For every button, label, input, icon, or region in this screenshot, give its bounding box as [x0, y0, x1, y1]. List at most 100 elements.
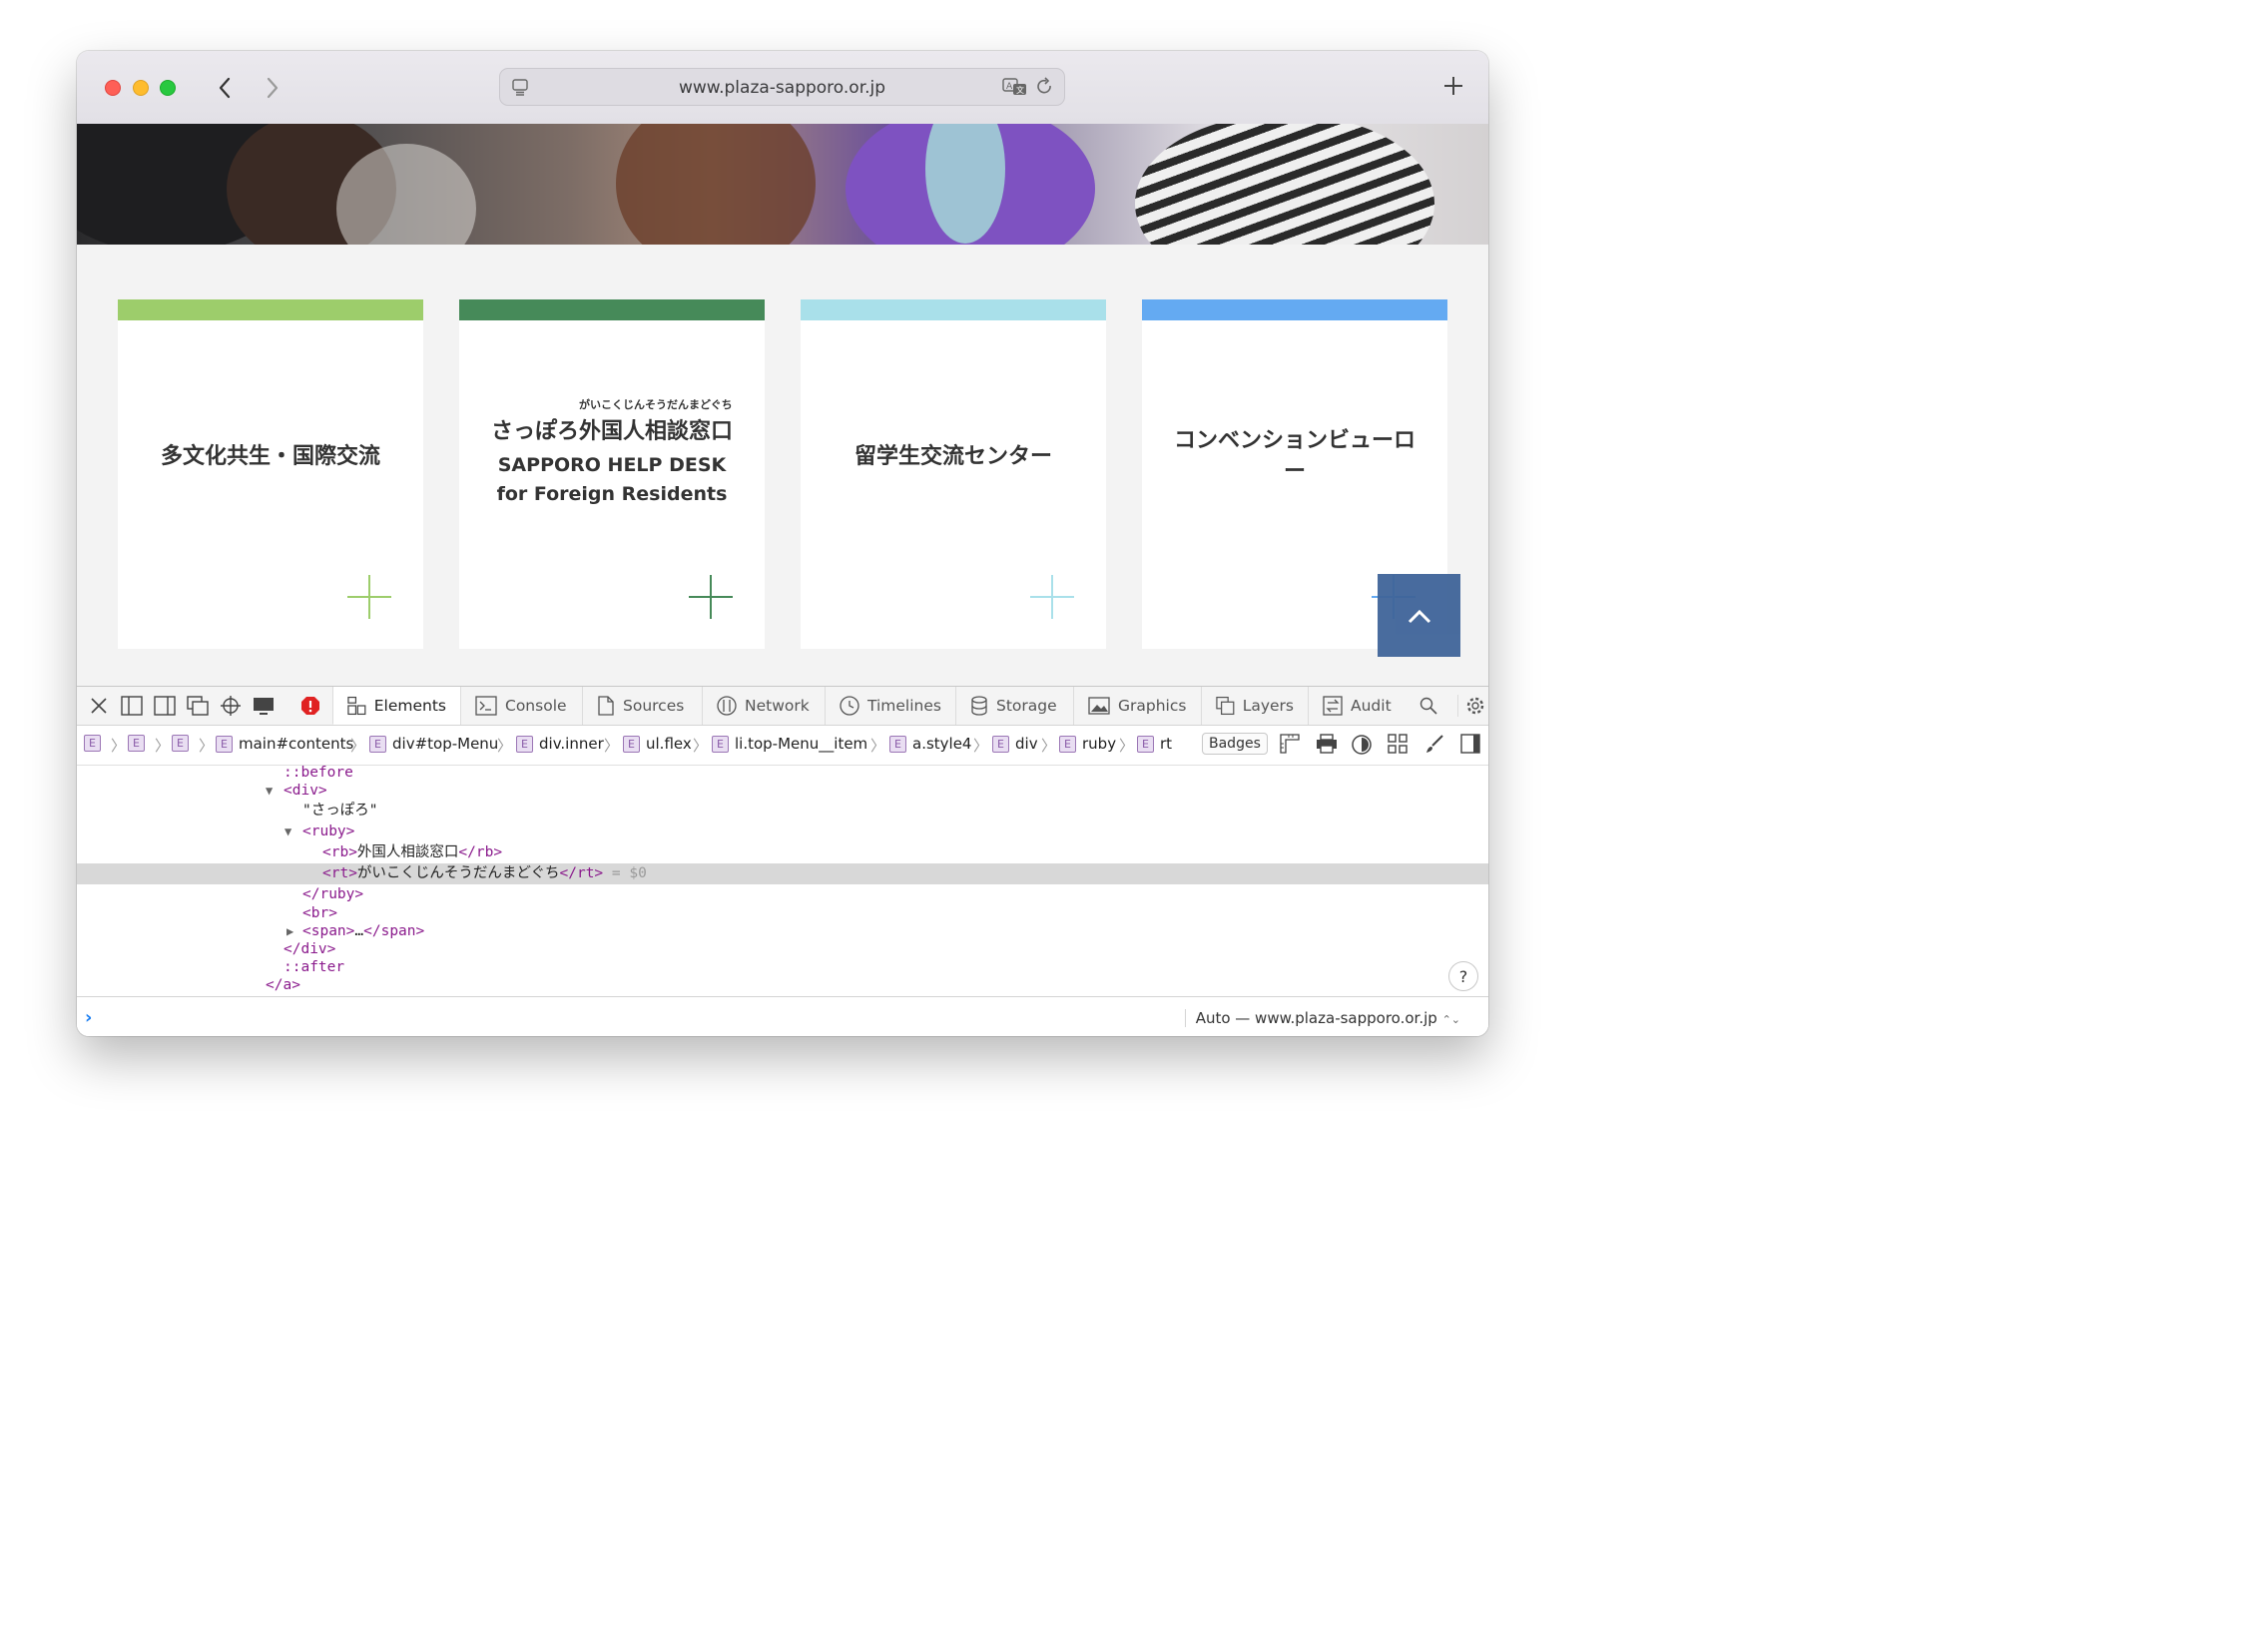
- url-text: www.plaza-sapporo.or.jp: [678, 78, 886, 98]
- tab-network[interactable]: Network: [702, 687, 825, 725]
- svg-text:A: A: [1006, 82, 1013, 92]
- breadcrumb-item[interactable]: Ediv.inner: [516, 735, 604, 753]
- dock-right-icon[interactable]: [154, 695, 176, 717]
- help-button[interactable]: ?: [1448, 961, 1478, 991]
- image-icon: [1088, 697, 1110, 715]
- execution-context-select[interactable]: Auto — www.plaza-sapporo.or.jp ⌃⌄: [1184, 1009, 1460, 1027]
- card-color-bar: [459, 299, 765, 320]
- element-picker-icon[interactable]: [220, 695, 242, 717]
- breadcrumb-item[interactable]: E: [128, 735, 145, 752]
- close-window-button[interactable]: [105, 80, 121, 96]
- database-icon: [971, 696, 987, 716]
- dom-node[interactable]: ▼ <ruby>: [77, 822, 1488, 842]
- chevron-up-down-icon: ⌃⌄: [1441, 1013, 1460, 1026]
- expand-triangle-icon[interactable]: ▼: [266, 781, 273, 802]
- browser-window: www.plaza-sapporo.or.jp A文 多文化共生・国際交流 がい…: [77, 51, 1488, 1036]
- dom-node[interactable]: <rb>外国人相談窓口</rb>: [77, 842, 1488, 863]
- breadcrumb-separator: 〉: [870, 737, 886, 755]
- console-icon: [475, 696, 497, 716]
- grid-icon[interactable]: [1388, 734, 1408, 758]
- breadcrumb-separator: 〉: [1119, 737, 1135, 755]
- tab-layers[interactable]: Layers: [1201, 687, 1308, 725]
- dom-node[interactable]: </ruby>: [77, 884, 1488, 905]
- breadcrumb-separator: 〉: [973, 737, 989, 755]
- close-inspector-icon[interactable]: [88, 695, 110, 717]
- plus-icon: [1030, 575, 1074, 619]
- inspector-tab-bar: Elements Console Sources Network Timelin…: [77, 687, 1488, 726]
- dom-node[interactable]: </a>: [77, 975, 1488, 996]
- hero-image: [77, 124, 1488, 245]
- tab-timelines[interactable]: Timelines: [825, 687, 955, 725]
- card-subtitle-2: for Foreign Residents: [496, 483, 728, 505]
- layers-icon: [1216, 696, 1235, 716]
- dock-left-icon[interactable]: [121, 695, 143, 717]
- expand-triangle-icon[interactable]: ▼: [284, 822, 291, 842]
- console-prompt-bar[interactable]: ? › Auto — www.plaza-sapporo.or.jp ⌃⌄: [77, 961, 1488, 1036]
- minimize-window-button[interactable]: [133, 80, 149, 96]
- zoom-window-button[interactable]: [160, 80, 176, 96]
- chevron-right-icon: ›: [85, 1007, 93, 1028]
- web-inspector: Elements Console Sources Network Timelin…: [77, 686, 1488, 1036]
- breadcrumb-separator: 〉: [604, 737, 620, 755]
- plus-icon: [689, 575, 733, 619]
- card-title: 多文化共生・国際交流: [160, 444, 380, 469]
- network-icon: [717, 696, 737, 716]
- breadcrumb-item[interactable]: Ediv: [992, 735, 1038, 753]
- elements-icon: [347, 696, 366, 715]
- clock-icon: [840, 696, 859, 716]
- gear-icon[interactable]: [1457, 695, 1486, 717]
- breadcrumb-item[interactable]: E: [84, 735, 101, 752]
- chevron-left-icon: [219, 77, 231, 99]
- breadcrumb-separator: 〉: [497, 737, 513, 755]
- forward-button[interactable]: [259, 73, 286, 103]
- breadcrumb-separator: 〉: [111, 737, 127, 755]
- new-tab-button[interactable]: [1442, 75, 1464, 101]
- breadcrumb-item[interactable]: Ediv#top-Menu: [369, 735, 498, 753]
- card-help-desk[interactable]: がいこくじんそうだんまどぐち さっぽろ外国人相談窓口 SAPPORO HELP …: [459, 299, 765, 649]
- breadcrumb-item[interactable]: Eul.flex: [623, 735, 692, 753]
- back-button[interactable]: [211, 73, 239, 103]
- print-icon[interactable]: [1316, 734, 1338, 758]
- scroll-to-top-button[interactable]: [1378, 574, 1460, 657]
- tab-sources[interactable]: Sources: [582, 687, 702, 725]
- search-icon[interactable]: [1418, 695, 1439, 717]
- tab-graphics[interactable]: Graphics: [1073, 687, 1201, 725]
- tab-elements[interactable]: Elements: [332, 687, 460, 725]
- card-international-students[interactable]: 留学生交流センター: [801, 299, 1106, 649]
- card-ruby-text: がいこくじんそうだんまどぐち: [579, 398, 733, 411]
- badges-button[interactable]: Badges: [1202, 733, 1268, 755]
- breadcrumb-item[interactable]: Eruby: [1059, 735, 1116, 753]
- breadcrumb-item[interactable]: E: [172, 735, 189, 752]
- breadcrumb-item[interactable]: Eli.top-Menu__item: [712, 735, 867, 753]
- detach-window-icon[interactable]: [187, 695, 209, 717]
- card-multicultural[interactable]: 多文化共生・国際交流: [118, 299, 423, 649]
- dom-node[interactable]: ▼ <div>: [77, 781, 1488, 802]
- sidebar-toggle-icon[interactable]: [1460, 734, 1480, 758]
- dom-tree: ::before ▼ <div> "さっぽろ" ▼ <ruby> <rb>外国人相談…: [77, 765, 1488, 996]
- tab-console[interactable]: Console: [460, 687, 582, 725]
- ruler-icon[interactable]: [1280, 734, 1300, 758]
- card-color-bar: [1142, 299, 1447, 320]
- reload-icon[interactable]: [1036, 77, 1054, 101]
- tab-storage[interactable]: Storage: [955, 687, 1073, 725]
- tab-audit[interactable]: Audit: [1308, 687, 1408, 725]
- breadcrumb-item[interactable]: Emain#contents: [216, 735, 353, 753]
- breadcrumb: E 〉 E 〉 E 〉 Emain#contents 〉 Ediv#top-Me…: [77, 725, 1488, 766]
- device-icon[interactable]: [253, 695, 275, 717]
- breadcrumb-item[interactable]: Ea.style4: [889, 735, 971, 753]
- plus-icon: [1444, 77, 1462, 95]
- dom-node-selected[interactable]: <rt>がいこくじんそうだんまどぐち</rt> = $0: [77, 863, 1488, 884]
- translate-icon[interactable]: A文: [1002, 77, 1028, 101]
- dom-node[interactable]: "さっぽろ": [77, 801, 1488, 822]
- appearance-icon[interactable]: [1351, 734, 1373, 760]
- breadcrumb-separator: 〉: [199, 737, 215, 755]
- card-title-line-1: コンベンションビューロ: [1173, 428, 1416, 453]
- paintbrush-icon[interactable]: [1424, 734, 1444, 758]
- breadcrumb-separator: 〉: [350, 737, 366, 755]
- error-icon[interactable]: [299, 695, 321, 717]
- breadcrumb-item[interactable]: Ert: [1137, 735, 1172, 753]
- address-bar[interactable]: www.plaza-sapporo.or.jp A文: [499, 68, 1065, 106]
- plus-icon: [347, 575, 391, 619]
- card-color-bar: [801, 299, 1106, 320]
- document-icon: [598, 696, 614, 716]
